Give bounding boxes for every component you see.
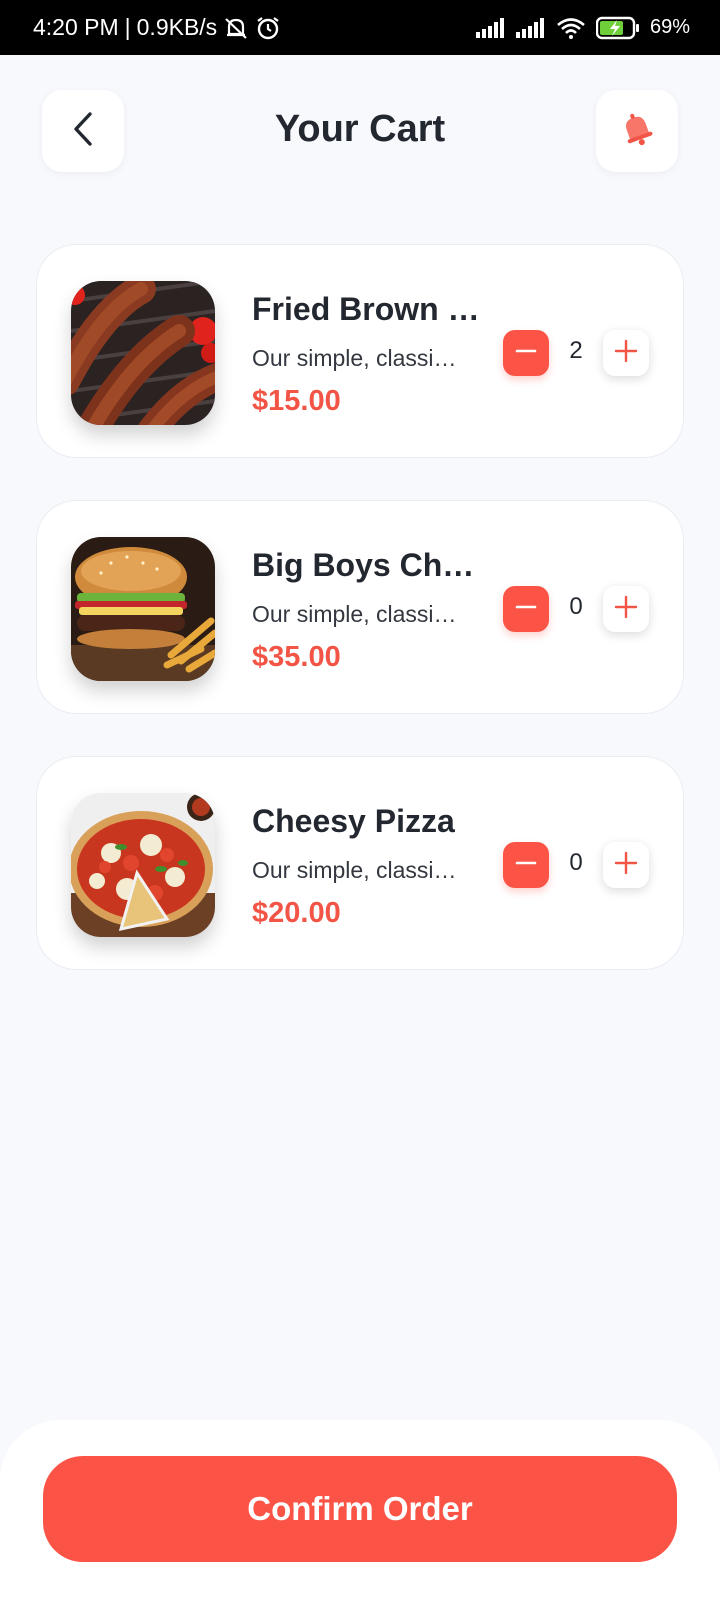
status-time: 4:20 PM — [33, 14, 119, 40]
item-name: Big Boys Cheeseburger — [252, 547, 482, 583]
item-description: Our simple, classic pizza — [252, 857, 462, 883]
minus-icon — [515, 852, 537, 879]
item-price: $15.00 — [252, 385, 341, 417]
bell-icon — [618, 110, 656, 153]
status-network-speed: 0.9KB/s — [136, 14, 218, 40]
wifi-icon — [556, 17, 586, 39]
plus-icon — [614, 595, 638, 624]
burger-image — [71, 537, 215, 681]
cart-item-card[interactable]: Cheesy Pizza Our simple, classic pizza $… — [36, 756, 684, 970]
decrease-quantity-button[interactable] — [503, 330, 549, 376]
pizza-image — [71, 793, 215, 937]
item-description: Our simple, classic burger — [252, 601, 462, 627]
item-name: Cheesy Pizza — [252, 803, 455, 839]
status-separator: | — [124, 14, 131, 40]
item-name: Fried Brown Sausages — [252, 291, 482, 327]
sausages-image — [71, 281, 215, 425]
battery-percent: 69% — [649, 16, 690, 38]
increase-quantity-button[interactable] — [603, 330, 649, 376]
signal-icon — [475, 17, 506, 38]
notifications-button[interactable] — [596, 90, 678, 172]
minus-icon — [515, 596, 537, 623]
alarm-icon — [255, 15, 281, 41]
notifications-off-icon — [223, 15, 249, 41]
signal-icon — [515, 17, 546, 38]
battery-charging-icon — [595, 16, 640, 40]
decrease-quantity-button[interactable] — [503, 586, 549, 632]
item-price: $35.00 — [252, 641, 341, 673]
quantity-value: 2 — [569, 337, 583, 364]
increase-quantity-button[interactable] — [603, 586, 649, 632]
cart-item-card[interactable]: Big Boys Cheeseburger Our simple, classi… — [36, 500, 684, 714]
minus-icon — [515, 340, 537, 367]
cart-list: Fried Brown Sausages Our simple, classic… — [36, 244, 684, 1012]
quantity-value: 0 — [569, 849, 583, 876]
increase-quantity-button[interactable] — [603, 842, 649, 888]
plus-icon — [614, 851, 638, 880]
item-description: Our simple, classic sausages — [252, 345, 462, 371]
confirm-order-button[interactable]: Confirm Order — [43, 1456, 677, 1562]
quantity-value: 0 — [569, 593, 583, 620]
cart-item-card[interactable]: Fried Brown Sausages Our simple, classic… — [36, 244, 684, 458]
item-price: $20.00 — [252, 897, 341, 929]
status-right: 69% — [475, 16, 690, 40]
plus-icon — [614, 339, 638, 368]
decrease-quantity-button[interactable] — [503, 842, 549, 888]
status-bar: 4:20 PM | 0.9KB/s 69% — [0, 0, 720, 55]
status-left: 4:20 PM | 0.9KB/s — [33, 14, 281, 41]
